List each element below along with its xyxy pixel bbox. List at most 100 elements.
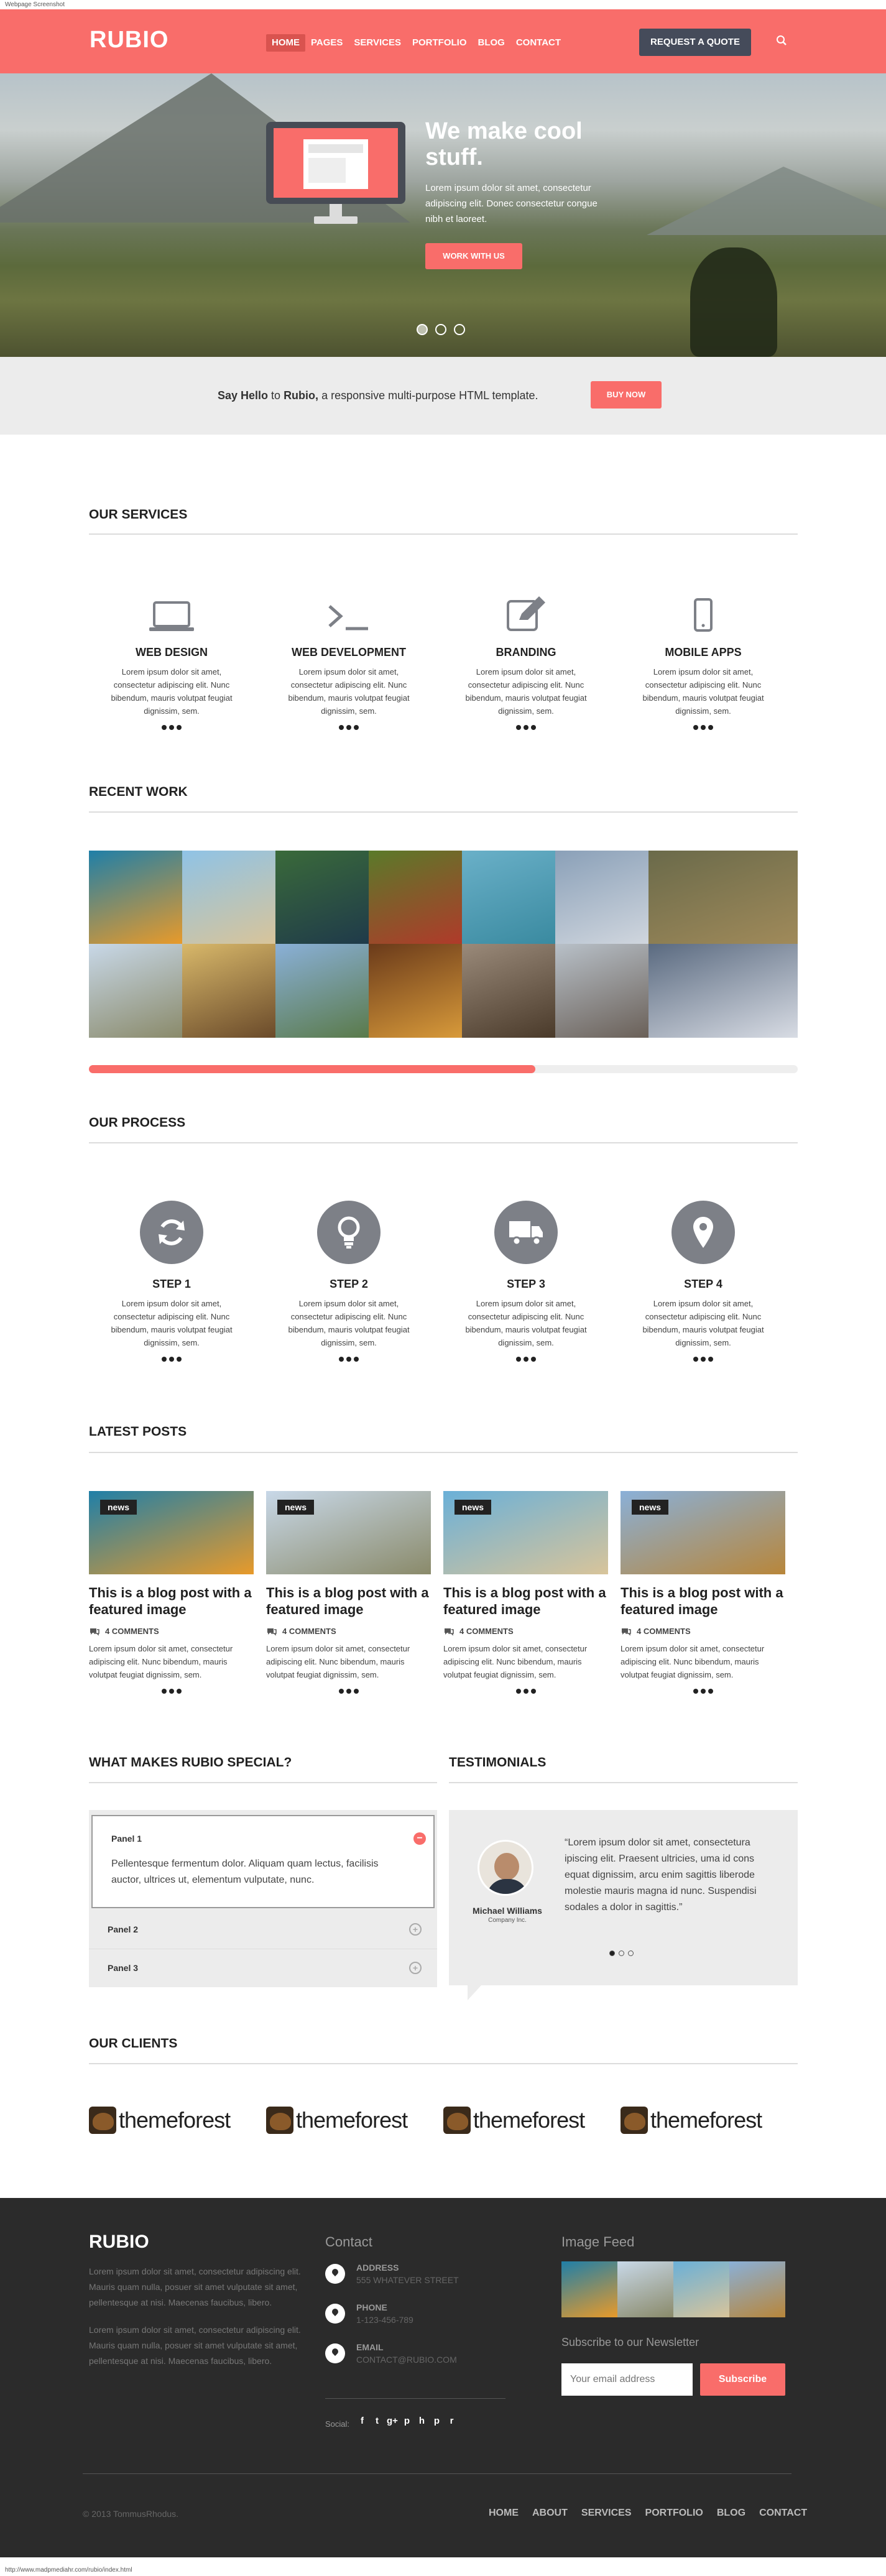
post-badge[interactable]: news: [100, 1500, 137, 1515]
site-footer: RUBIO Lorem ipsum dolor sit amet, consec…: [0, 2198, 886, 2557]
more-dots[interactable]: [632, 1357, 775, 1362]
footer-nav-blog[interactable]: BLOG: [717, 2508, 745, 2519]
portfolio-progress[interactable]: [89, 1065, 798, 1073]
more-dots[interactable]: [632, 725, 775, 730]
pinterest-icon[interactable]: p: [402, 2416, 412, 2428]
pinterest-alt-icon[interactable]: p: [431, 2416, 442, 2428]
contact-value[interactable]: CONTACT@RUBIO.COM: [356, 2355, 457, 2365]
mobile-icon: [694, 598, 713, 632]
footer-nav-portfolio[interactable]: PORTFOLIO: [645, 2508, 703, 2519]
post-badge[interactable]: news: [455, 1500, 492, 1515]
latest-posts-title: LATEST POSTS: [89, 1424, 187, 1439]
nav-blog[interactable]: BLOG: [473, 34, 510, 52]
post-title[interactable]: This is a blog post with a featured imag…: [621, 1584, 785, 1618]
collapse-icon[interactable]: −: [413, 1832, 426, 1845]
portfolio-tile-palm-edge[interactable]: [648, 851, 798, 944]
html5-icon[interactable]: h: [417, 2416, 427, 2428]
more-dots[interactable]: [100, 725, 243, 730]
hero-title: We make cool stuff.: [425, 118, 583, 170]
nav-portfolio[interactable]: PORTFOLIO: [407, 34, 473, 52]
recent-work-divider: [89, 811, 798, 813]
post-comments[interactable]: 4 COMMENTS: [443, 1627, 608, 1636]
portfolio-tile-beach-rider[interactable]: [182, 851, 275, 944]
google-plus-icon[interactable]: g+: [387, 2416, 398, 2428]
post-title[interactable]: This is a blog post with a featured imag…: [443, 1584, 608, 1618]
client-logo[interactable]: themeforest: [89, 2106, 251, 2135]
facebook-icon[interactable]: f: [357, 2416, 367, 2428]
client-logo[interactable]: themeforest: [621, 2106, 782, 2135]
post-title[interactable]: This is a blog post with a featured imag…: [89, 1584, 254, 1618]
accordion-panel-3[interactable]: Panel 3 +: [89, 1949, 437, 1988]
feed-image[interactable]: [561, 2261, 617, 2317]
portfolio-tile-fish[interactable]: [89, 851, 182, 944]
feed-image[interactable]: [673, 2261, 729, 2317]
footer-nav-home[interactable]: HOME: [489, 2508, 519, 2519]
nav-home[interactable]: HOME: [266, 34, 305, 52]
post-badge[interactable]: news: [277, 1500, 315, 1515]
nav-pages[interactable]: PAGES: [305, 34, 348, 52]
buy-now-button[interactable]: BUY NOW: [591, 381, 662, 409]
footer-nav-services[interactable]: SERVICES: [581, 2508, 632, 2519]
feed-image[interactable]: [729, 2261, 785, 2317]
post-title[interactable]: This is a blog post with a featured imag…: [266, 1584, 431, 1618]
portfolio-tile-angel[interactable]: [648, 944, 798, 1038]
portfolio-tile-pool[interactable]: [462, 851, 555, 944]
testimonial-dot[interactable]: [619, 1950, 624, 1956]
request-quote-button[interactable]: REQUEST A QUOTE: [639, 29, 751, 56]
client-logo[interactable]: themeforest: [443, 2106, 605, 2135]
portfolio-tile-woman-trees[interactable]: [369, 851, 462, 944]
more-dots[interactable]: [455, 1357, 598, 1362]
nav-services[interactable]: SERVICES: [348, 34, 407, 52]
slider-dot[interactable]: [435, 324, 446, 335]
work-with-us-button[interactable]: WORK WITH US: [425, 243, 522, 269]
feed-image[interactable]: [617, 2261, 673, 2317]
portfolio-tile-resort[interactable]: [275, 944, 369, 1038]
post-comments[interactable]: 4 COMMENTS: [621, 1627, 785, 1636]
more-dots[interactable]: [443, 1689, 608, 1694]
post-comments[interactable]: 4 COMMENTS: [266, 1627, 431, 1636]
expand-icon[interactable]: +: [409, 1962, 422, 1974]
rss-icon[interactable]: r: [446, 2416, 457, 2428]
post-comments[interactable]: 4 COMMENTS: [89, 1627, 254, 1636]
portfolio-tile-crowd[interactable]: [369, 944, 462, 1038]
testimonial-dot[interactable]: [609, 1950, 615, 1956]
footer-nav-contact[interactable]: CONTACT: [759, 2508, 807, 2519]
post-thumbnail[interactable]: news: [621, 1491, 785, 1574]
more-dots[interactable]: [89, 1689, 254, 1694]
post-thumbnail[interactable]: news: [89, 1491, 254, 1574]
portfolio-tile-dancers[interactable]: [182, 944, 275, 1038]
more-dots[interactable]: [100, 1357, 243, 1362]
portfolio-tile-tree-road[interactable]: [462, 944, 555, 1038]
footer-nav-about[interactable]: ABOUT: [532, 2508, 568, 2519]
portfolio-tile-tree-coast[interactable]: [275, 851, 369, 944]
more-dots[interactable]: [621, 1689, 785, 1694]
post-badge[interactable]: news: [632, 1500, 669, 1515]
more-dots[interactable]: [266, 1689, 431, 1694]
newsletter-email-input[interactable]: [561, 2363, 693, 2396]
nav-contact[interactable]: CONTACT: [510, 34, 566, 52]
accordion-panel-2[interactable]: Panel 2 +: [89, 1911, 437, 1949]
monitor-illustration: [266, 122, 405, 204]
panel-title[interactable]: Panel 1: [111, 1834, 142, 1844]
subscribe-button[interactable]: Subscribe: [700, 2363, 785, 2396]
portfolio-tile-palms[interactable]: [89, 944, 182, 1038]
client-logo[interactable]: themeforest: [266, 2106, 428, 2135]
post-thumbnail[interactable]: news: [266, 1491, 431, 1574]
more-dots[interactable]: [277, 725, 420, 730]
portfolio-tile-city[interactable]: [555, 851, 648, 944]
slider-dot[interactable]: [417, 324, 428, 335]
footer-logo[interactable]: RUBIO: [89, 2232, 149, 2253]
search-icon[interactable]: [776, 35, 787, 46]
testimonial-dot[interactable]: [628, 1950, 634, 1956]
services-title: OUR SERVICES: [89, 507, 188, 522]
portfolio-tile-pier[interactable]: [555, 944, 648, 1038]
twitter-icon[interactable]: t: [372, 2416, 382, 2428]
post-thumbnail[interactable]: news: [443, 1491, 608, 1574]
expand-icon[interactable]: +: [409, 1923, 422, 1936]
special-title: WHAT MAKES RUBIO SPECIAL?: [89, 1755, 292, 1770]
slider-dot[interactable]: [454, 324, 465, 335]
site-logo[interactable]: RUBIO: [90, 27, 168, 53]
portfolio-progress-fill: [89, 1065, 536, 1073]
more-dots[interactable]: [455, 725, 598, 730]
more-dots[interactable]: [277, 1357, 420, 1362]
